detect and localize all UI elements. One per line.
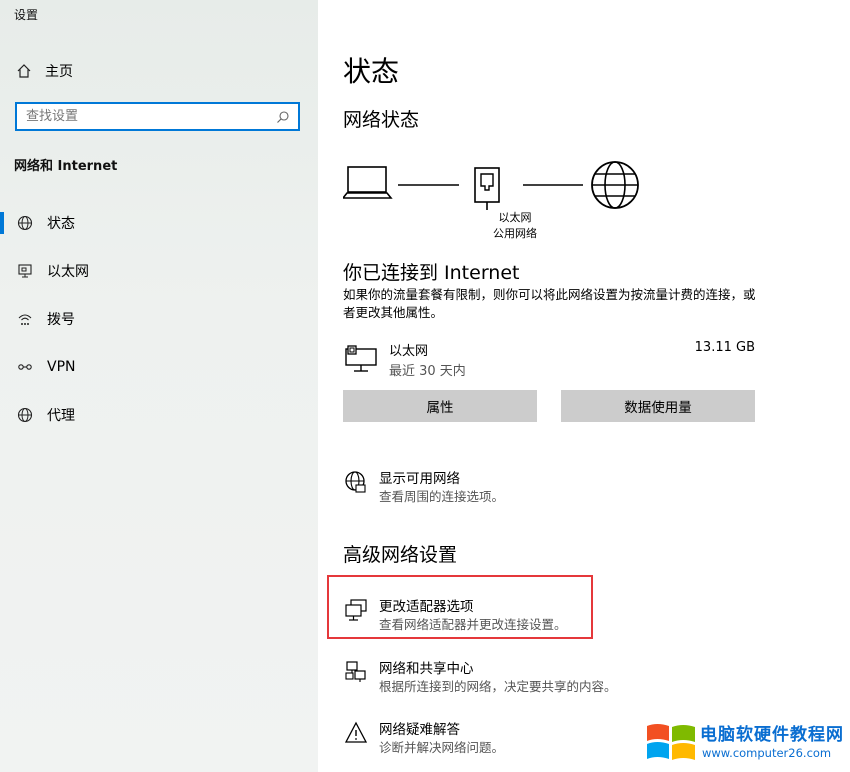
ethernet-icon — [16, 262, 34, 280]
laptop-icon — [341, 166, 393, 199]
sidebar-item-proxy[interactable]: 代理 — [0, 391, 318, 439]
troubleshooter-subtitle: 诊断并解决网络问题。 — [379, 740, 505, 755]
search-input[interactable] — [17, 108, 274, 125]
adapter-options-title: 更改适配器选项 — [379, 599, 474, 615]
show-networks-subtitle: 查看周围的连接选项。 — [379, 489, 505, 504]
sidebar-item-vpn[interactable]: VPN — [0, 343, 318, 391]
data-usage-button[interactable]: 数据使用量 — [561, 390, 755, 422]
troubleshooter-title: 网络疑难解答 — [379, 722, 460, 738]
vpn-icon — [16, 358, 34, 376]
dialup-icon — [16, 310, 34, 328]
sidebar-item-label: 状态 — [47, 216, 75, 232]
watermark-text: 电脑软硬件教程网 — [700, 725, 844, 745]
diagram-label-ethernet: 以太网 — [498, 211, 532, 224]
ethernet-icon — [345, 344, 379, 378]
properties-button[interactable]: 属性 — [343, 390, 537, 422]
windows-logo-icon — [647, 724, 695, 760]
search-icon[interactable] — [274, 108, 292, 126]
change-adapter-options-link[interactable]: 更改适配器选项 查看网络适配器并更改连接设置。 — [343, 595, 743, 635]
ethernet-port-icon — [474, 167, 500, 210]
globe-status-icon — [16, 214, 34, 232]
home-nav-item[interactable]: 主页 — [16, 61, 73, 81]
internet-globe-icon — [591, 161, 639, 209]
sharing-center-icon — [343, 659, 369, 685]
sidebar-item-status[interactable]: 状态 — [0, 199, 318, 247]
section-label: 网络和 Internet — [14, 159, 118, 174]
window-title: 设置 — [14, 8, 39, 22]
sidebar-item-label: 代理 — [47, 408, 75, 424]
sidebar-item-label: 拨号 — [47, 312, 75, 328]
sidebar-item-ethernet[interactable]: 以太网 — [0, 247, 318, 295]
globe-icon — [16, 406, 34, 424]
ethernet-usage-row: 以太网 最近 30 天内 13.11 GB — [343, 340, 755, 380]
network-sharing-center-link[interactable]: 网络和共享中心 根据所连接到的网络，决定要共享的内容。 — [343, 657, 743, 697]
sidebar-item-dialup[interactable]: 拨号 — [0, 295, 318, 343]
sidebar-item-label: VPN — [47, 359, 76, 375]
diagram-label-public: 公用网络 — [493, 227, 537, 240]
data-usage-value: 13.11 GB — [694, 340, 755, 355]
search-box[interactable] — [15, 102, 300, 131]
sidebar-nav: 状态 以太网 拨号 VPN 代理 — [0, 199, 318, 439]
adapter-options-subtitle: 查看网络适配器并更改连接设置。 — [379, 617, 567, 632]
connection-name: 以太网 — [389, 344, 429, 359]
connection-period: 最近 30 天内 — [389, 364, 466, 379]
main-panel: 状态 网络状态 以太网 公用网络 你已连接到 Internet 如果你的流量套餐… — [318, 0, 850, 772]
network-status-title: 网络状态 — [343, 109, 420, 131]
sharing-center-subtitle: 根据所连接到的网络，决定要共享的内容。 — [379, 679, 617, 694]
warning-icon — [343, 720, 369, 746]
advanced-settings-title: 高级网络设置 — [343, 544, 458, 566]
connection-description: 如果你的流量套餐有限制，则你可以将此网络设置为按流量计费的连接，或者更改其他属性… — [343, 287, 756, 320]
home-icon — [17, 64, 31, 78]
sidebar: 设置 主页 网络和 Internet 状态 以太网 — [0, 0, 318, 772]
connected-title: 你已连接到 Internet — [343, 262, 520, 284]
show-available-networks-link[interactable]: 显示可用网络 查看周围的连接选项。 — [343, 467, 743, 507]
sharing-center-title: 网络和共享中心 — [379, 661, 474, 677]
watermark: 电脑软硬件教程网 www.computer26.com — [645, 720, 845, 768]
sidebar-item-label: 以太网 — [47, 264, 89, 280]
network-diagram: 以太网 公用网络 — [341, 160, 643, 245]
watermark-url: www.computer26.com — [702, 746, 832, 760]
page-title: 状态 — [343, 55, 400, 88]
home-label: 主页 — [45, 64, 73, 80]
adapter-icon — [343, 597, 369, 623]
show-networks-title: 显示可用网络 — [379, 471, 460, 487]
globe-network-icon — [343, 469, 369, 495]
